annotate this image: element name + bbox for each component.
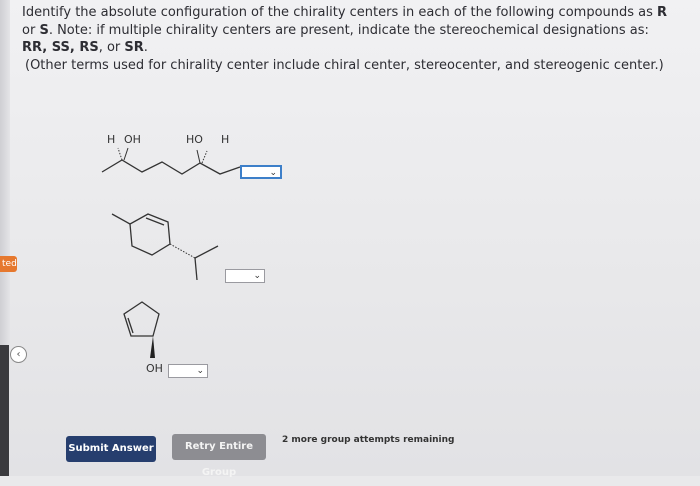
submit-answer-button[interactable]: Submit Answer — [66, 436, 156, 462]
structure-3-oh: OH — [146, 362, 163, 375]
configuration-select-1[interactable]: ⌄ — [240, 165, 282, 179]
configuration-select-2[interactable]: ⌄ — [225, 269, 265, 283]
chevron-down-icon: ⌄ — [196, 366, 204, 376]
structure-3-cyclopentenol: OH — [123, 301, 163, 375]
chevron-down-icon: ⌄ — [269, 168, 277, 178]
retry-entire-group-button[interactable]: Retry Entire Group — [172, 434, 266, 478]
page: ted ‹ Identify the absolute configuratio… — [0, 0, 700, 478]
chevron-down-icon: ⌄ — [253, 271, 261, 281]
attempts-remaining-text: 2 more group attempts remaining — [282, 435, 455, 445]
configuration-select-3[interactable]: ⌄ — [168, 364, 208, 378]
